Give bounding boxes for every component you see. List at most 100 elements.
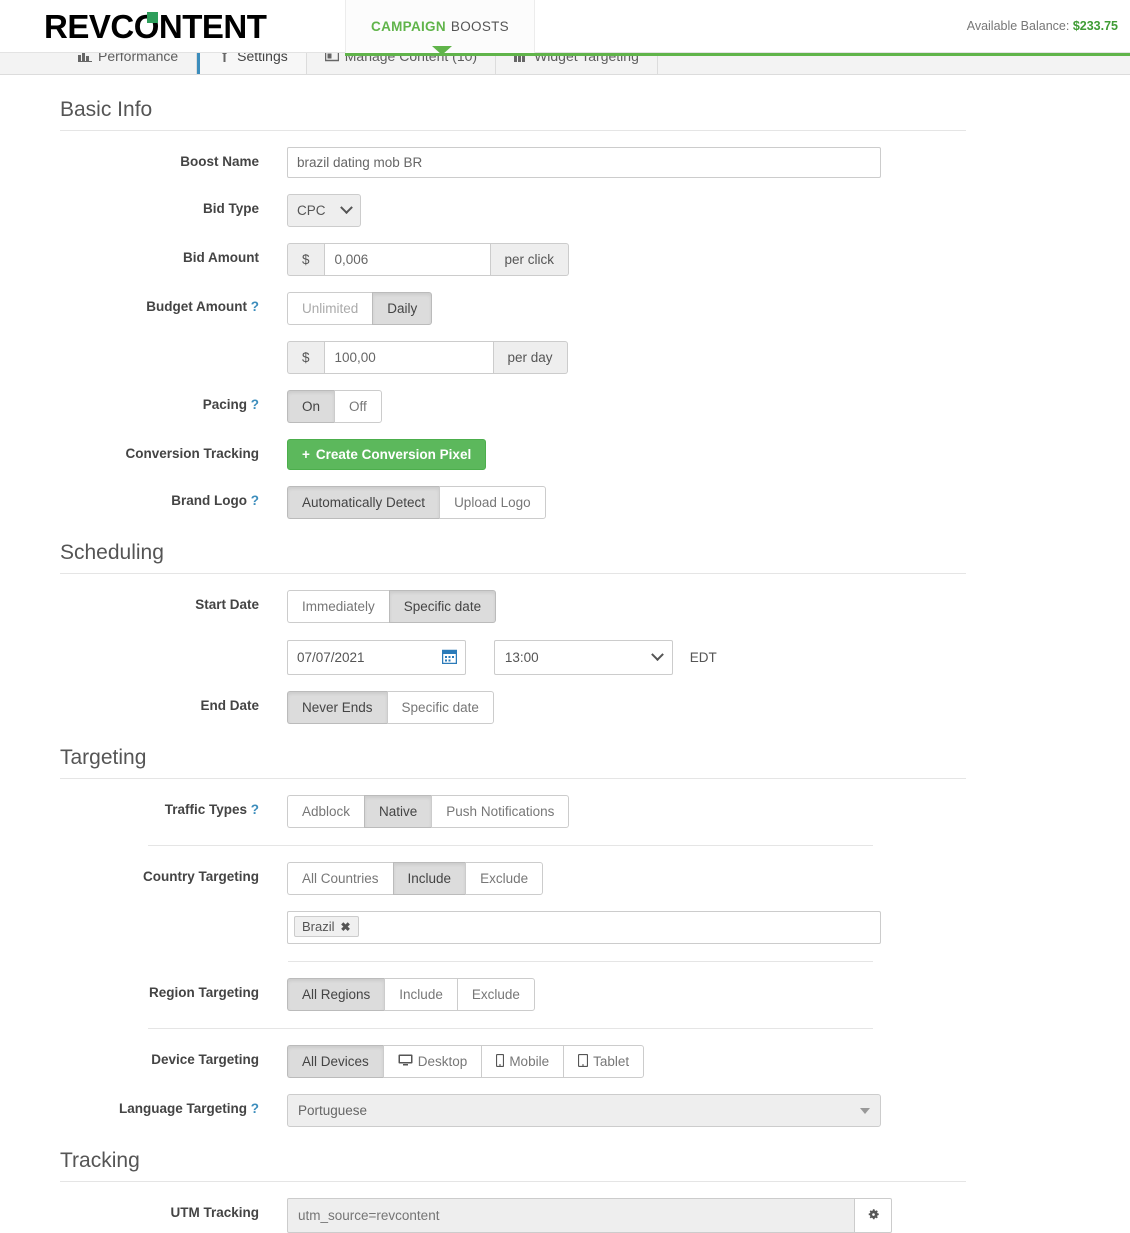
pacing-option-off[interactable]: Off [334,390,382,423]
section-title-scheduling: Scheduling [60,541,966,574]
boost-name-input[interactable]: brazil dating mob BR [287,147,881,178]
divider-country-region [288,961,873,962]
brand-logo-toggle: Automatically Detect Upload Logo [287,486,546,519]
country-tag-brazil[interactable]: Brazil ✖ [294,916,359,937]
boost-name-label: Boost Name [180,154,259,169]
start-time-select[interactable]: 13:00 [493,640,673,675]
row-region-targeting: Region Targeting All Regions Include Exc… [0,978,1130,1011]
traffic-option-push[interactable]: Push Notifications [431,795,570,828]
region-option-all[interactable]: All Regions [287,978,385,1011]
start-time-value: 13:00 [504,650,539,665]
region-option-exclude[interactable]: Exclude [456,978,535,1011]
brand-logo-help-icon[interactable]: ? [251,493,259,508]
logo-text-part2: NTENT [158,8,267,45]
language-targeting-help-icon[interactable]: ? [251,1101,259,1116]
chevron-down-icon [340,201,353,215]
mobile-icon [496,1053,505,1070]
bid-amount-label: Bid Amount [183,250,259,265]
nav-tabbar: Performance Settings Manage Content (10)… [0,53,1130,75]
brand-logo-label-text: Brand Logo [171,493,247,508]
language-select-value: Portuguese [298,1103,368,1118]
brand-logo-option-upload[interactable]: Upload Logo [439,486,546,519]
app-header: REVCO NTENT CAMPAIGN BOOSTS Available Bal… [0,0,1130,53]
caret-down-icon [860,1107,870,1114]
traffic-types-help-icon[interactable]: ? [251,802,259,817]
budget-amount-group: $ per day [287,341,568,374]
campaign-tab-arrow-icon [432,46,452,55]
section-title-basic-info: Basic Info [60,98,966,131]
conversion-tracking-label: Conversion Tracking [125,446,259,461]
start-date-field[interactable] [287,640,466,675]
campaign-label: CAMPAIGN [371,19,446,34]
budget-amount-label-text: Budget Amount [146,299,247,314]
device-option-all[interactable]: All Devices [287,1045,383,1078]
tab-settings[interactable]: Settings [197,53,307,74]
bid-type-label: Bid Type [202,201,259,216]
country-option-exclude[interactable]: Exclude [465,862,544,895]
chart-bar-icon [78,53,92,62]
pacing-help-icon[interactable]: ? [251,397,259,412]
brand-logo-label: Brand Logo ? [0,486,287,508]
budget-option-unlimited[interactable]: Unlimited [287,292,373,325]
tab-manage-content[interactable]: Manage Content (10) [306,53,497,74]
budget-amount-input[interactable] [323,341,494,374]
start-date-label: Start Date [195,597,259,612]
language-select[interactable]: Portuguese [287,1094,881,1127]
utm-tracking-group [287,1198,892,1233]
pacing-label: Pacing ? [0,390,287,412]
device-option-desktop[interactable]: Desktop [382,1045,482,1078]
budget-unit-suffix: per day [493,341,568,374]
pacing-option-on[interactable]: On [287,390,335,423]
tab-widget-targeting[interactable]: Widget Targeting [496,53,658,74]
start-date-option-immediately[interactable]: Immediately [287,590,389,623]
logo-o-letter: O [134,8,160,46]
utm-settings-button[interactable] [855,1198,892,1233]
bid-amount-unit-suffix: per click [490,243,570,276]
section-title-targeting: Targeting [60,746,966,779]
row-device-targeting: Device Targeting All Devices Desktop Mob… [0,1045,1130,1078]
device-option-desktop-label: Desktop [417,1054,468,1069]
row-budget-amount: Budget Amount ? Unlimited Daily $ per da… [0,292,1130,374]
device-option-tablet-label: Tablet [593,1054,630,1069]
divider-traffic-country [148,845,873,846]
balance-value: $233.75 [1072,19,1118,33]
device-option-tablet[interactable]: Tablet [563,1045,645,1078]
traffic-types-label-text: Traffic Types [164,802,247,817]
bid-amount-input[interactable] [323,243,491,276]
traffic-option-adblock[interactable]: Adblock [287,795,365,828]
budget-option-daily[interactable]: Daily [372,292,433,325]
region-option-include[interactable]: Include [384,978,457,1011]
device-targeting-toggle: All Devices Desktop Mobile Tablet [287,1045,645,1078]
close-icon[interactable]: ✖ [341,920,351,934]
country-option-include[interactable]: Include [392,862,466,895]
start-date-option-specific[interactable]: Specific date [388,590,497,623]
row-bid-type: Bid Type CPC [0,194,1130,227]
section-title-tracking: Tracking [60,1149,966,1182]
device-option-mobile[interactable]: Mobile [481,1045,564,1078]
bid-amount-group: $ per click [287,243,570,276]
end-date-option-specific[interactable]: Specific date [386,691,494,724]
revcontent-logo[interactable]: REVCO NTENT [44,8,267,46]
budget-currency-prefix: $ [287,341,324,374]
green-accent-bar [345,53,1130,56]
row-pacing: Pacing ? On Off [0,390,1130,423]
tab-performance-label: Performance [98,53,179,64]
balance-label: Available Balance: [966,19,1070,33]
tab-performance[interactable]: Performance [60,53,198,74]
chevron-down-icon [651,648,664,662]
bid-type-select[interactable]: CPC [287,194,361,227]
budget-amount-help-icon[interactable]: ? [251,299,259,314]
country-tag-input[interactable]: Brazil ✖ [287,911,881,944]
create-conversion-pixel-button[interactable]: + Create Conversion Pixel [287,439,487,470]
start-date-input[interactable] [287,640,466,675]
tablet-icon [577,1053,589,1070]
available-balance: Available Balance: $233.75 [967,19,1118,33]
brand-logo-option-auto[interactable]: Automatically Detect [287,486,440,519]
traffic-option-native[interactable]: Native [364,795,432,828]
end-date-option-never[interactable]: Never Ends [287,691,387,724]
gear-icon [866,1207,881,1225]
utm-tracking-input[interactable] [287,1198,855,1233]
country-option-all[interactable]: All Countries [287,862,393,895]
pacing-toggle: On Off [287,390,382,423]
plus-icon: + [302,447,310,462]
